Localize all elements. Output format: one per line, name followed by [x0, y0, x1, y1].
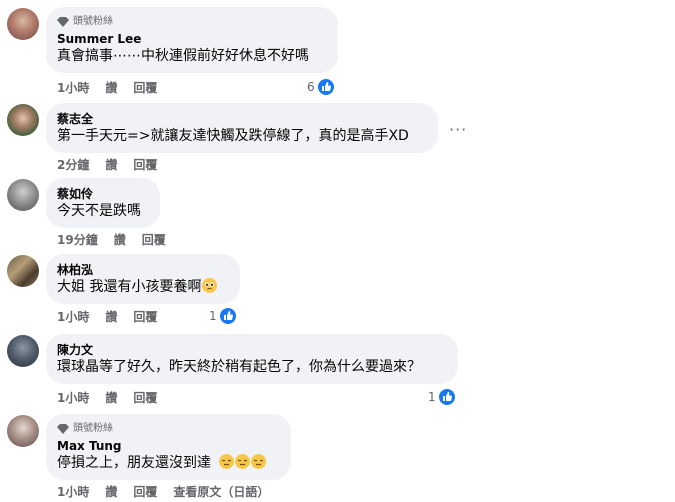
thumbs-up-icon: [437, 388, 456, 406]
comment-text: 第一手天元=>就讓友達快觸及跌停線了，真的是高手XD: [57, 128, 409, 144]
expressionless-face-emoji-icon: [235, 454, 251, 469]
expressionless-face-emoji-icon: [219, 454, 235, 469]
comment-author[interactable]: 蔡志全: [57, 111, 426, 127]
avatar[interactable]: [7, 255, 39, 287]
reaction-count: 1: [428, 390, 436, 404]
reaction-summary[interactable]: 1: [428, 388, 456, 406]
avatar[interactable]: [7, 415, 39, 447]
avatar[interactable]: [7, 104, 39, 136]
avatar[interactable]: [7, 179, 39, 211]
reply-button[interactable]: 回覆: [133, 389, 157, 406]
comment-time[interactable]: 2分鐘: [57, 156, 89, 173]
comment-author[interactable]: 林柏泓: [57, 262, 228, 278]
comment-actions: 1小時 讚 回覆: [57, 308, 173, 324]
expressionless-face-emoji-icon: [251, 454, 267, 469]
comment-text-body: 停損之上，朋友還沒到達: [57, 455, 211, 471]
more-options-icon[interactable]: ···: [449, 120, 467, 139]
comment-bubble: 蔡如伶 今天不是跌嗎: [46, 178, 160, 228]
like-button[interactable]: 讚: [105, 308, 117, 325]
reaction-count: 6: [307, 80, 315, 94]
comment-author[interactable]: Max Tung: [57, 438, 279, 454]
comment-author[interactable]: 陳力文: [57, 342, 446, 358]
comment-bubble: 林柏泓 大姐 我還有小孩要養啊: [46, 254, 240, 304]
comment-author[interactable]: 蔡如伶: [57, 186, 148, 202]
comment-actions: 19分鐘 讚 回覆: [57, 231, 182, 247]
comment-time[interactable]: 19分鐘: [57, 231, 98, 248]
badge-label: 頭號粉絲: [73, 16, 113, 27]
comment-text: 大姐 我還有小孩要養啊: [57, 278, 228, 297]
comment-bubble: 陳力文 環球晶等了好久，昨天終於稍有起色了，你為什么要過來？: [46, 334, 458, 384]
reply-button[interactable]: 回覆: [133, 79, 157, 96]
top-fan-badge: 頭號粉絲: [57, 15, 326, 29]
comment-text: 停損之上，朋友還沒到達: [57, 454, 279, 473]
comment-time[interactable]: 1小時: [57, 389, 89, 406]
diamond-icon: [57, 424, 69, 434]
like-button[interactable]: 讚: [105, 156, 117, 173]
like-button[interactable]: 讚: [105, 79, 117, 96]
like-button[interactable]: 讚: [105, 483, 117, 500]
comment-bubble: 頭號粉絲 Summer Lee 真會搞事⋯⋯中秋連假前好好休息不好嗎: [46, 7, 338, 73]
thumbs-up-icon: [316, 78, 335, 96]
comment-text: 今天不是跌嗎: [57, 203, 141, 219]
like-button[interactable]: 讚: [114, 231, 126, 248]
comment-text: 環球晶等了好久，昨天終於稍有起色了，你為什么要過來？: [57, 359, 421, 375]
comment-bubble: 頭號粉絲 Max Tung 停損之上，朋友還沒到達: [46, 414, 291, 480]
comment-time[interactable]: 1小時: [57, 483, 89, 500]
comment-text-body: 大姐 我還有小孩要養啊: [57, 279, 202, 295]
badge-label: 頭號粉絲: [73, 423, 113, 434]
avatar[interactable]: [7, 8, 39, 40]
comment-actions: 1小時 讚 回覆: [57, 389, 173, 405]
reaction-summary[interactable]: 6: [307, 78, 335, 96]
comment-actions: 2分鐘 讚 回覆: [57, 156, 173, 172]
reply-button[interactable]: 回覆: [133, 483, 157, 500]
like-button[interactable]: 讚: [105, 389, 117, 406]
comment-time[interactable]: 1小時: [57, 308, 89, 325]
avatar[interactable]: [7, 335, 39, 367]
comment-bubble: 蔡志全 第一手天元=>就讓友達快觸及跌停線了，真的是高手XD: [46, 103, 438, 153]
comment-actions: 1小時 讚 回覆: [57, 79, 173, 95]
comment-text: 真會搞事⋯⋯中秋連假前好好休息不好嗎: [57, 48, 309, 64]
comment-actions: 1小時 讚 回覆 查看原文（日語）: [57, 483, 285, 499]
reaction-count: 1: [209, 309, 217, 323]
reaction-summary[interactable]: 1: [209, 307, 237, 325]
reply-button[interactable]: 回覆: [133, 308, 157, 325]
reply-button[interactable]: 回覆: [142, 231, 166, 248]
thumbs-up-icon: [218, 307, 237, 325]
diamond-icon: [57, 17, 69, 27]
comment-author[interactable]: Summer Lee: [57, 31, 326, 47]
comment-time[interactable]: 1小時: [57, 79, 89, 96]
top-fan-badge: 頭號粉絲: [57, 422, 279, 436]
pleading-face-emoji-icon: [202, 278, 218, 293]
see-original-link[interactable]: 查看原文（日語）: [173, 483, 269, 500]
reply-button[interactable]: 回覆: [133, 156, 157, 173]
